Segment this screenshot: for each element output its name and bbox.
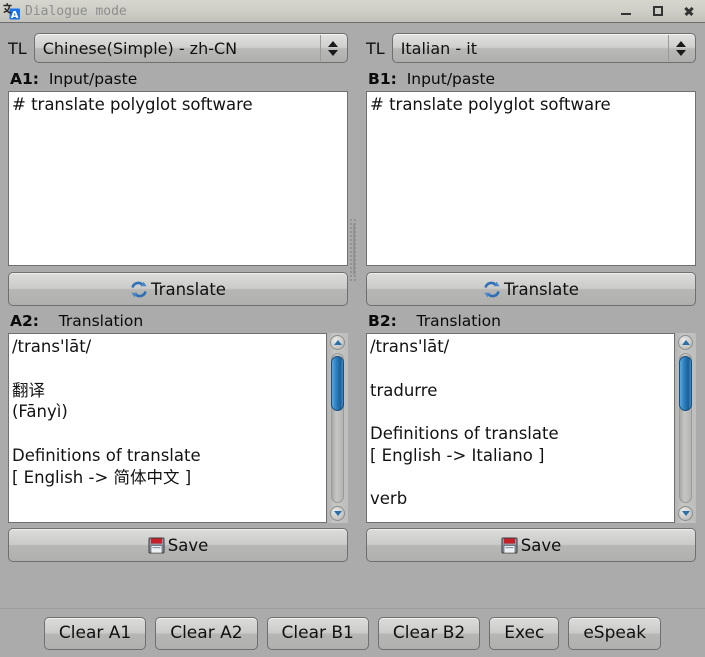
tl-label-a: TL: [8, 38, 27, 58]
clear-b2-label: Clear B2: [392, 623, 466, 643]
target-language-select-b[interactable]: Italian - it: [391, 33, 696, 63]
translation-area-a: /trans'lāt/ 翻译 (Fānyì) Definitions of tr…: [8, 333, 348, 523]
close-button[interactable]: [682, 5, 695, 18]
window-title: Dialogue mode: [25, 3, 127, 19]
chevron-updown-icon: [320, 35, 345, 61]
input-label-b: B1: Input/paste: [368, 70, 696, 88]
translation-textarea-a[interactable]: /trans'lāt/ 翻译 (Fānyì) Definitions of tr…: [8, 333, 327, 523]
save-button-b[interactable]: Save: [366, 528, 696, 562]
tl-label-b: TL: [366, 38, 385, 58]
clear-a2-label: Clear A2: [170, 623, 243, 643]
input-label-a: A1: Input/paste: [10, 70, 348, 88]
translation-label-text-b: Translation: [416, 312, 501, 330]
translation-textarea-b[interactable]: /trans'lāt/ tradurre Definitions of tran…: [366, 333, 675, 523]
translation-area-b: /trans'lāt/ tradurre Definitions of tran…: [366, 333, 696, 523]
svg-text:A: A: [11, 10, 19, 20]
refresh-sync-icon: [130, 281, 148, 298]
scrollbar-thumb-b[interactable]: [679, 356, 692, 411]
translate-button-label-b: Translate: [504, 279, 579, 299]
exec-button[interactable]: Exec: [489, 616, 560, 650]
dialogue-mode-window: A Dialogue mode TL Chinese(Simple) - zh-…: [0, 0, 705, 657]
scroll-down-icon[interactable]: [678, 506, 693, 521]
titlebar[interactable]: A Dialogue mode: [0, 0, 705, 23]
panes-container: TL Chinese(Simple) - zh-CN A1: Input/pas…: [0, 23, 705, 608]
clear-b1-button[interactable]: Clear B1: [266, 616, 369, 650]
save-button-label-a: Save: [167, 535, 209, 555]
scrollbar-track-b[interactable]: [679, 353, 692, 503]
translation-label-text-a: Translation: [58, 312, 144, 330]
input-textarea-a[interactable]: # translate polyglot software: [8, 91, 348, 266]
bottom-toolbar: Clear A1 Clear A2 Clear B1 Clear B2 Exec…: [0, 608, 705, 657]
translate-button-b[interactable]: Translate: [366, 272, 696, 306]
floppy-disk-icon: [148, 537, 165, 554]
translation-label-id-b: B2:: [368, 312, 397, 330]
target-language-value-a: Chinese(Simple) - zh-CN: [42, 38, 238, 58]
pane-a: TL Chinese(Simple) - zh-CN A1: Input/pas…: [0, 23, 348, 608]
scroll-down-icon[interactable]: [330, 506, 345, 521]
input-label-text-a: Input/paste: [48, 70, 138, 88]
input-label-text-b: Input/paste: [406, 70, 496, 88]
target-language-row-a: TL Chinese(Simple) - zh-CN: [8, 31, 348, 65]
scroll-up-icon[interactable]: [678, 335, 693, 350]
input-label-id-b: B1:: [368, 70, 397, 88]
floppy-disk-icon: [501, 537, 518, 554]
translation-label-id-a: A2:: [10, 312, 39, 330]
scrollbar-track-a[interactable]: [331, 353, 344, 503]
clear-b2-button[interactable]: Clear B2: [377, 616, 481, 650]
target-language-value-b: Italian - it: [400, 38, 477, 58]
scrollbar-b[interactable]: [675, 333, 696, 523]
espeak-button[interactable]: eSpeak: [568, 616, 662, 650]
clear-a2-button[interactable]: Clear A2: [155, 616, 258, 650]
save-button-label-b: Save: [520, 535, 562, 555]
translation-label-b: B2: Translation: [368, 312, 696, 330]
clear-b1-label: Clear B1: [281, 623, 354, 643]
chevron-updown-icon: [668, 35, 693, 61]
input-label-id-a: A1:: [10, 70, 39, 88]
espeak-label: eSpeak: [583, 623, 647, 643]
translate-button-a[interactable]: Translate: [8, 272, 348, 306]
minimize-icon: [621, 6, 632, 17]
target-language-row-b: TL Italian - it: [366, 31, 696, 65]
pane-b: TL Italian - it B1: Input/paste # transl…: [357, 23, 705, 608]
translate-app-icon: A: [3, 2, 20, 21]
minimize-button[interactable]: [620, 5, 633, 18]
scrollbar-a[interactable]: [327, 333, 348, 523]
save-button-a[interactable]: Save: [8, 528, 348, 562]
maximize-button[interactable]: [651, 5, 664, 18]
clear-a1-button[interactable]: Clear A1: [43, 616, 147, 650]
scroll-up-icon[interactable]: [330, 335, 345, 350]
clear-a1-label: Clear A1: [58, 623, 132, 643]
close-icon: [683, 6, 694, 17]
window-controls: [620, 5, 701, 18]
splitter-line: [353, 223, 355, 275]
translation-label-a: A2: Translation: [10, 312, 348, 330]
refresh-sync-icon: [483, 281, 501, 298]
scrollbar-thumb-a[interactable]: [331, 356, 344, 411]
maximize-icon: [652, 6, 663, 16]
window-client-area: TL Chinese(Simple) - zh-CN A1: Input/pas…: [0, 23, 705, 657]
input-textarea-b[interactable]: # translate polyglot software: [366, 91, 696, 266]
translate-button-label-a: Translate: [151, 279, 226, 299]
pane-splitter[interactable]: [348, 23, 357, 608]
target-language-select-a[interactable]: Chinese(Simple) - zh-CN: [33, 33, 348, 63]
exec-label: Exec: [504, 623, 545, 643]
